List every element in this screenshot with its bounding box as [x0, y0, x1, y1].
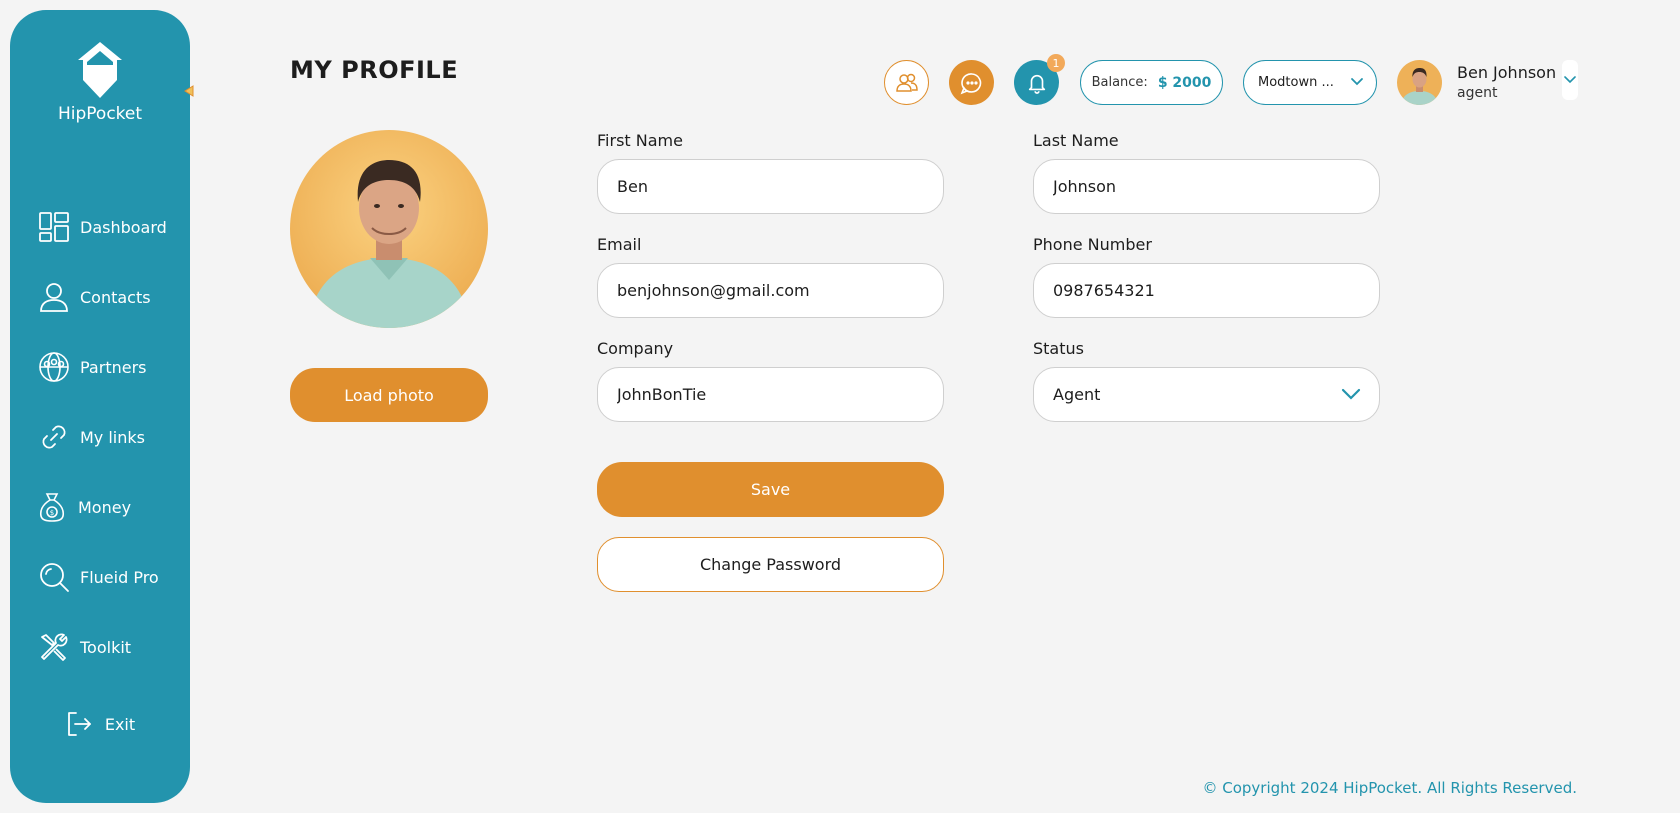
profile-photo — [290, 130, 488, 328]
sidebar-item-partners[interactable]: Partners — [10, 332, 190, 402]
sidebar-nav: Dashboard Contacts Partners My links $ M… — [10, 192, 190, 682]
company-field[interactable] — [597, 367, 944, 422]
email-label: Email — [597, 235, 642, 254]
tools-icon — [41, 633, 68, 661]
dashboard-icon — [39, 212, 69, 242]
sidebar-item-flueid-pro[interactable]: Flueid Pro — [10, 542, 190, 612]
balance-pill[interactable]: Balance: $ 2000 — [1080, 60, 1223, 105]
chevron-down-icon — [1341, 388, 1361, 400]
profile-photo-image — [290, 130, 488, 328]
messages-button[interactable] — [949, 60, 994, 105]
notifications-button[interactable]: 1 — [1014, 54, 1065, 105]
collapse-sidebar-icon[interactable] — [182, 84, 196, 98]
sidebar-item-label: Contacts — [80, 287, 151, 307]
change-password-button[interactable]: Change Password — [597, 537, 944, 592]
brand-logo[interactable]: HipPocket — [10, 40, 190, 124]
sidebar-item-label: Dashboard — [80, 217, 167, 237]
money-bag-icon: $ — [39, 493, 65, 522]
sidebar-item-label: Toolkit — [80, 637, 132, 657]
last-name-label: Last Name — [1033, 131, 1119, 150]
chat-icon — [960, 72, 981, 94]
load-photo-button[interactable]: Load photo — [290, 368, 488, 422]
sidebar-item-toolkit[interactable]: Toolkit — [10, 612, 190, 682]
chevron-down-icon — [1564, 76, 1576, 84]
phone-label: Phone Number — [1033, 235, 1152, 254]
link-icon — [42, 425, 66, 449]
user-name: Ben Johnson — [1457, 63, 1557, 82]
sidebar: HipPocket Dashboard Contacts Partners My… — [10, 10, 194, 803]
sidebar-item-label: Flueid Pro — [80, 567, 159, 587]
sidebar-item-contacts[interactable]: Contacts — [10, 262, 190, 332]
company-label: Company — [597, 339, 674, 358]
location-select[interactable]: Modtown ... — [1243, 60, 1377, 105]
chevron-down-icon — [1351, 78, 1363, 86]
people-icon — [895, 73, 918, 92]
sidebar-item-dashboard[interactable]: Dashboard — [10, 192, 190, 262]
first-name-field[interactable] — [597, 159, 944, 214]
globe-people-icon — [39, 352, 69, 382]
phone-field[interactable] — [1033, 263, 1380, 318]
brand-name: HipPocket — [57, 104, 143, 124]
status-label: Status — [1033, 339, 1084, 358]
user-role: agent — [1457, 85, 1498, 101]
user-menu-toggle[interactable] — [1562, 60, 1578, 100]
person-icon — [40, 283, 68, 312]
email-field[interactable] — [597, 263, 944, 318]
status-select[interactable]: Agent — [1033, 367, 1380, 422]
sidebar-item-label: My links — [80, 427, 145, 447]
exit-label: Exit — [104, 714, 136, 734]
exit-button[interactable]: Exit — [10, 710, 190, 738]
status-value: Agent — [1053, 385, 1101, 404]
copyright-text: © Copyright 2024 HipPocket. All Rights R… — [1202, 779, 1577, 797]
avatar[interactable] — [1397, 60, 1442, 105]
sidebar-item-my-links[interactable]: My links — [10, 402, 190, 472]
sidebar-item-label: Partners — [80, 357, 147, 377]
user-photo — [1397, 60, 1442, 105]
last-name-field[interactable] — [1033, 159, 1380, 214]
svg-text:$: $ — [50, 509, 54, 517]
balance-label: Balance: — [1091, 75, 1148, 90]
save-button[interactable]: Save — [597, 462, 944, 517]
sidebar-item-label: Money — [78, 497, 132, 517]
location-value: Modtown ... — [1258, 75, 1334, 90]
notification-badge: 1 — [1047, 54, 1065, 72]
exit-icon — [67, 712, 91, 736]
sidebar-item-money[interactable]: $ Money — [10, 472, 190, 542]
first-name-label: First Name — [597, 131, 683, 150]
search-icon — [40, 563, 69, 592]
balance-value: $ 2000 — [1157, 74, 1212, 91]
bell-icon — [1028, 74, 1045, 94]
page-title: MY PROFILE — [290, 56, 459, 84]
partners-button[interactable] — [884, 60, 929, 105]
house-logo-icon — [78, 42, 122, 98]
